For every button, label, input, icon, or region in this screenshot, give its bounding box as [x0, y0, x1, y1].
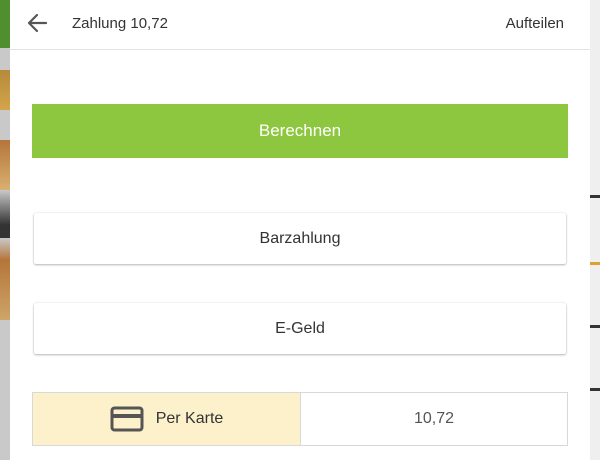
arrow-left-icon [26, 12, 48, 39]
background-app-left [0, 0, 10, 460]
card-payment-row: Per Karte 10,72 [32, 392, 568, 446]
payment-dialog: Zahlung 10,72 Aufteilen Berechnen Barzah… [10, 0, 590, 460]
e-money-payment-button[interactable]: E-Geld [34, 303, 566, 354]
card-payment-label: Per Karte [155, 410, 224, 427]
top-bar: Zahlung 10,72 Aufteilen [10, 0, 590, 50]
card-payment-button[interactable]: Per Karte [33, 393, 301, 445]
cash-payment-button[interactable]: Barzahlung [34, 213, 566, 264]
card-amount-field[interactable]: 10,72 [301, 393, 567, 445]
credit-card-icon [110, 406, 144, 432]
page-title: Zahlung 10,72 [72, 15, 168, 32]
split-button[interactable]: Aufteilen [506, 15, 564, 32]
background-app-right [590, 0, 600, 460]
calculate-button[interactable]: Berechnen [32, 104, 568, 158]
back-button[interactable] [22, 10, 52, 40]
